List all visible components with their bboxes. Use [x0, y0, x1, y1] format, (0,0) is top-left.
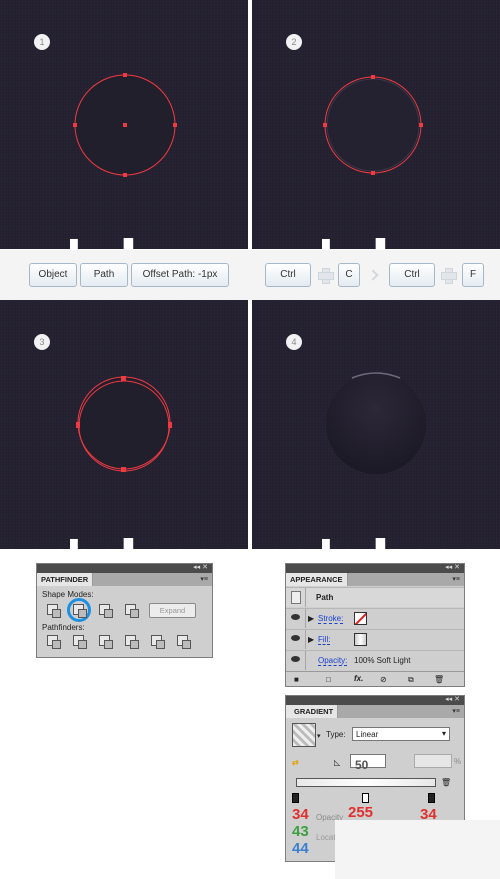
type-select[interactable]: Linear ▾	[352, 727, 450, 741]
reverse-icon[interactable]: ⇄	[292, 758, 299, 767]
add-stroke-icon[interactable]: ■	[294, 675, 299, 684]
crop-icon[interactable]	[125, 635, 139, 649]
color-stop-left[interactable]	[292, 793, 299, 803]
gradient-preview[interactable]	[292, 723, 316, 747]
shortcut-strip: Object Path Offset Path: -1px Ctrl C Ctr…	[0, 250, 500, 300]
merge-icon[interactable]	[99, 635, 113, 649]
left-stop-blue: 44	[292, 840, 309, 857]
offset-path-key[interactable]: Offset Path: -1px	[131, 263, 229, 287]
type-label: Type:	[326, 730, 346, 739]
outline-icon[interactable]	[151, 635, 165, 649]
appearance-panel: ◂◂ ✕ APPEARANCE ▾≡ Path ▶ Stroke: ▶ Fill…	[285, 563, 465, 687]
panel-menu-icon[interactable]: ▾≡	[200, 575, 208, 583]
divide-icon[interactable]	[47, 635, 61, 649]
preview-dropdown-icon[interactable]: ▾	[317, 732, 321, 740]
opacity-value: 100% Soft Light	[354, 656, 411, 665]
f-key[interactable]: F	[462, 263, 484, 287]
clear-icon[interactable]: ⊘	[380, 675, 387, 684]
tab-appearance[interactable]: APPEARANCE	[286, 573, 348, 586]
appearance-footer: ■ □ fx. ⊘ ⧉ 🗑	[286, 671, 464, 687]
pct-label: %	[454, 757, 462, 766]
fill-swatch[interactable]	[354, 633, 367, 646]
intersect-icon[interactable]	[99, 604, 113, 618]
two-selected-circles	[76, 376, 172, 472]
watermark-glyph: ▌▞	[322, 239, 422, 249]
angle-icon: ◺	[334, 758, 341, 767]
aspect-input[interactable]	[414, 754, 452, 768]
left-stop-green: 43	[292, 823, 309, 840]
corner-block	[335, 820, 500, 879]
tab-gradient[interactable]: GRADIENT	[286, 705, 339, 718]
ctrl-key[interactable]: Ctrl	[389, 263, 435, 287]
opacity-label[interactable]: Opacity:	[318, 656, 348, 666]
stroke-swatch[interactable]	[354, 612, 367, 625]
delete-stop-icon[interactable]: 🗑	[441, 778, 451, 787]
tab-pathfinder[interactable]: PATHFINDER	[37, 573, 94, 586]
ctrl-key[interactable]: Ctrl	[265, 263, 311, 287]
c-key[interactable]: C	[338, 263, 360, 287]
unite-icon[interactable]	[47, 604, 61, 618]
collapse-icon[interactable]: ◂◂ ✕	[193, 563, 208, 571]
expand-triangle-icon[interactable]: ▶	[308, 614, 314, 623]
thumbnail-icon	[291, 591, 301, 604]
path-label: Path	[316, 593, 334, 602]
selected-circle	[73, 73, 177, 177]
pathfinder-panel: ◂◂ ✕ PATHFINDER ▾≡ Shape Modes: Expand P…	[36, 563, 213, 658]
step-2-canvas: 2 ▌▞	[252, 0, 500, 249]
color-stop-right[interactable]	[428, 793, 435, 803]
collapse-icon[interactable]: ◂◂ ✕	[445, 696, 460, 703]
eye-icon[interactable]	[291, 656, 300, 662]
fill-label[interactable]: Fill:	[318, 635, 331, 645]
step-4-canvas: 4 ▌▞	[252, 300, 500, 549]
chevron-down-icon: ▾	[441, 729, 446, 738]
fill-row[interactable]: ▶ Fill:	[286, 629, 464, 649]
expand-button[interactable]: Expand	[149, 603, 196, 618]
eye-icon[interactable]	[291, 614, 300, 620]
delete-icon[interactable]: 🗑	[434, 675, 444, 684]
path-row[interactable]: Path	[286, 587, 464, 607]
left-stop-red: 34	[292, 806, 309, 823]
panel-menu-icon[interactable]: ▾≡	[452, 575, 460, 583]
watermark-glyph: ▌▞	[70, 539, 170, 549]
plus-icon	[318, 268, 334, 284]
stroke-label[interactable]: Stroke:	[318, 614, 344, 624]
object-menu-key[interactable]: Object	[29, 263, 77, 287]
exclude-icon[interactable]	[125, 604, 139, 618]
watermark-glyph: ▌▞	[70, 239, 170, 249]
minus-back-icon[interactable]	[177, 635, 191, 649]
trim-icon[interactable]	[73, 635, 87, 649]
pathfinders-label: Pathfinders:	[42, 623, 85, 632]
duplicate-icon[interactable]: ⧉	[408, 675, 414, 685]
collapse-icon[interactable]: ◂◂ ✕	[445, 563, 460, 571]
stroke-row[interactable]: ▶ Stroke:	[286, 608, 464, 628]
minus-front-icon[interactable]	[73, 604, 87, 618]
step-1-canvas: 1 ▌▞	[0, 0, 248, 249]
mid-stop-value: 255	[348, 804, 374, 821]
offset-circle	[323, 75, 423, 175]
add-fill-icon[interactable]: □	[326, 675, 331, 684]
watermark-glyph: ▌▞	[322, 539, 422, 549]
plus-icon	[441, 268, 457, 284]
expand-triangle-icon[interactable]: ▶	[308, 635, 314, 644]
shape-modes-label: Shape Modes:	[42, 590, 94, 599]
step-3-canvas: 3 ▌▞	[0, 300, 248, 549]
fx-icon[interactable]: fx.	[354, 674, 363, 683]
angle-input[interactable]: 50	[350, 754, 386, 772]
gradient-slider-bar[interactable]	[296, 778, 436, 787]
path-menu-key[interactable]: Path	[80, 263, 128, 287]
chevron-right-icon	[367, 269, 379, 281]
opacity-row[interactable]: Opacity: 100% Soft Light	[286, 650, 464, 670]
eye-icon[interactable]	[291, 635, 300, 641]
color-stop-mid[interactable]	[362, 793, 369, 803]
result-circle	[326, 372, 426, 474]
panel-menu-icon[interactable]: ▾≡	[452, 707, 460, 715]
